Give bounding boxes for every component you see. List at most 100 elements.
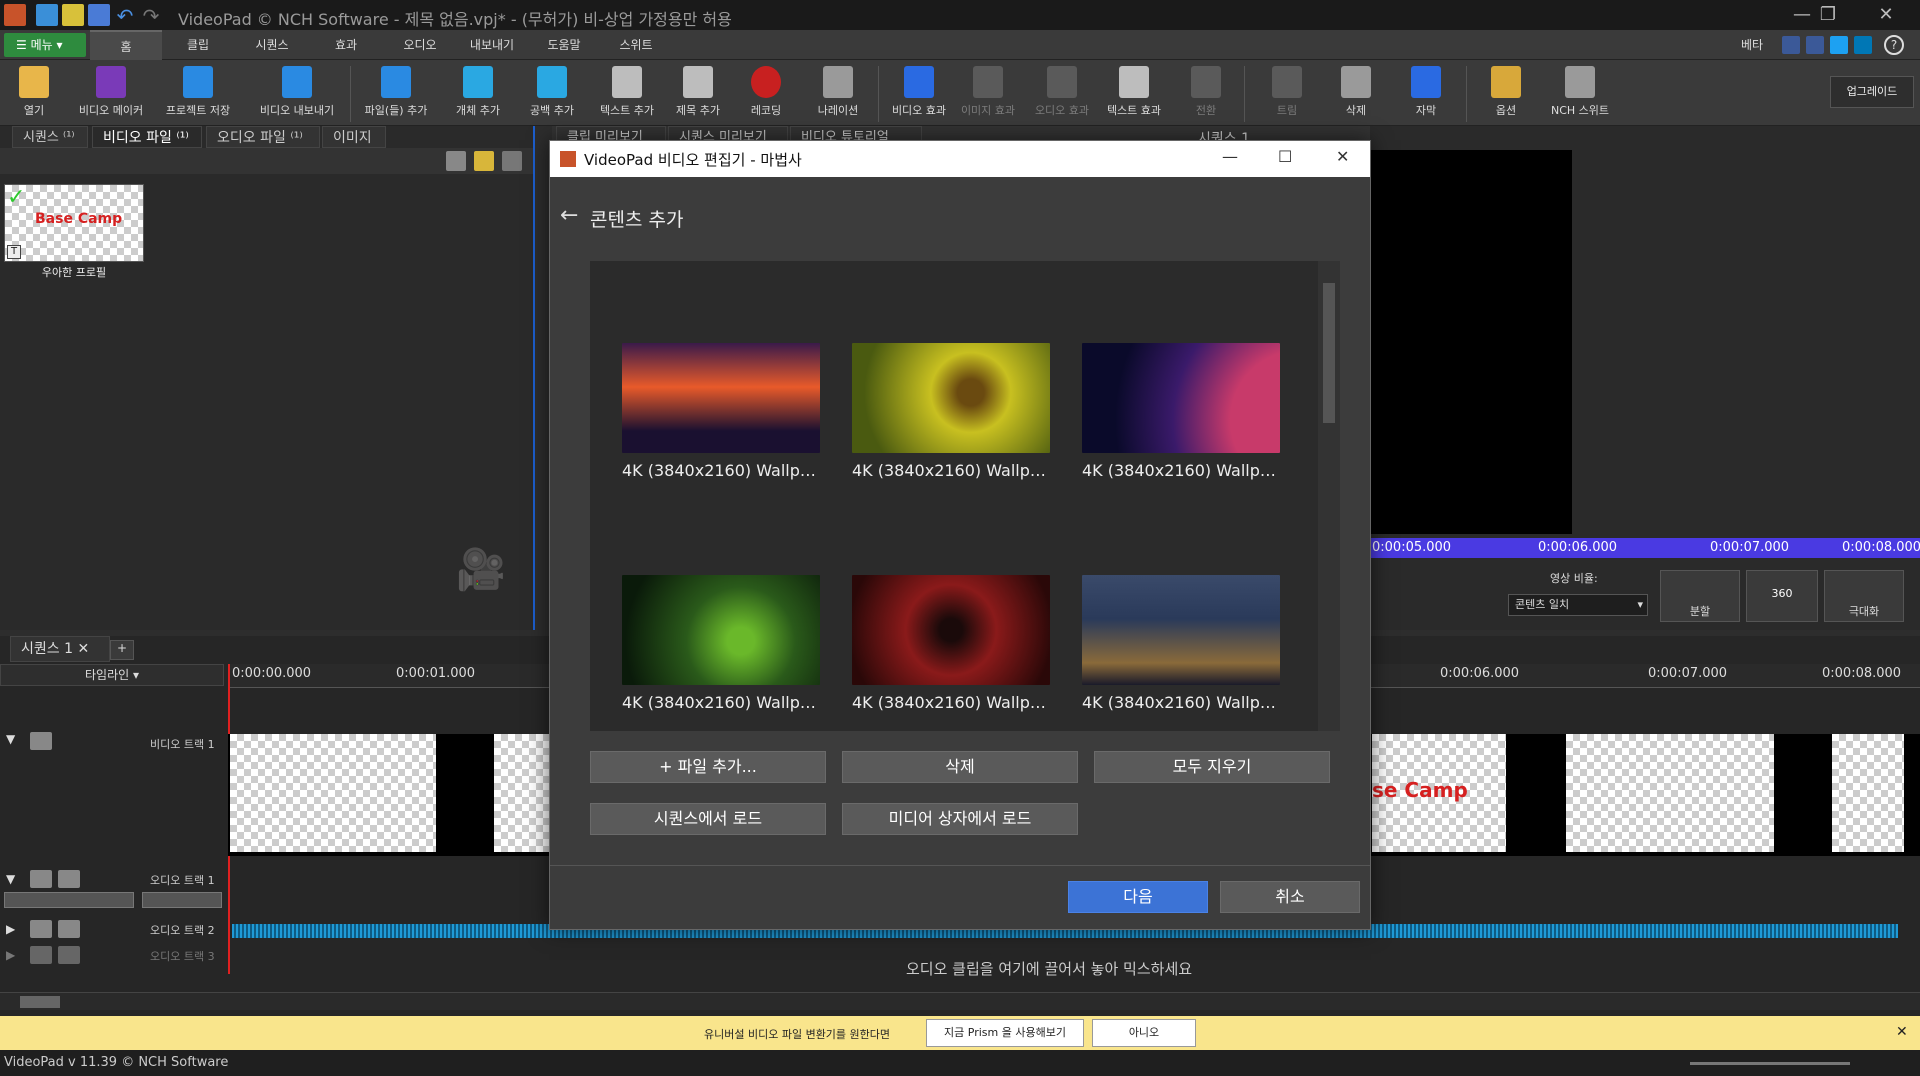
text-effects-button[interactable]: 텍스트 효과 [1102,64,1166,124]
thumbnail-space[interactable] [1082,343,1280,453]
expand-track-icon[interactable]: ▶ [6,948,15,962]
expand-track-icon[interactable]: ▼ [6,872,15,886]
delete-button[interactable]: 삭제 [1326,64,1386,124]
options-button[interactable]: 옵션 [1474,64,1538,124]
restore-button[interactable]: ❐ [1808,2,1848,28]
thumbnail-bee[interactable] [852,343,1050,453]
no-button[interactable]: 아니오 [1092,1019,1196,1047]
close-notice-icon[interactable]: ✕ [1896,1024,1908,1040]
eye-icon[interactable] [30,732,52,750]
add-object-button[interactable]: 개체 추가 [446,64,510,124]
tab-help[interactable]: 도움말 [528,30,600,60]
help-icon[interactable]: ? [1884,35,1904,55]
redo-icon[interactable]: ↷ [140,4,162,28]
audio-effects-button[interactable]: 오디오 효과 [1030,64,1094,124]
delete-content-button[interactable]: 삭제 [842,751,1078,783]
cancel-button[interactable]: 취소 [1220,881,1360,913]
thumbnail-lizard[interactable] [622,575,820,685]
add-sequence-button[interactable]: + [110,640,134,660]
close-button[interactable]: ✕ [1866,2,1906,28]
mixer-icon[interactable] [58,920,80,938]
subtitle-button[interactable]: 자막 [1396,64,1456,124]
expand-track-icon[interactable]: ▼ [6,732,15,746]
upgrade-button[interactable]: 업그레이드 [1830,76,1914,108]
mixer-icon[interactable] [58,946,80,964]
tab-clip[interactable]: 클립 [166,30,230,60]
mixer-icon[interactable] [58,870,80,888]
preview-timebar[interactable]: 0:00:05.000 0:00:06.000 0:00:07.000 0:00… [1370,538,1920,558]
gallery-scroll-thumb[interactable] [1323,283,1335,423]
back-arrow-icon[interactable]: ← [560,203,578,228]
360-button[interactable]: 360 [1746,570,1818,622]
save-project-button[interactable]: 프로젝트 저장 [156,64,240,124]
tab-audio[interactable]: 오디오 [384,30,456,60]
split-button[interactable]: 분할 [1660,570,1740,622]
transition-button[interactable]: 전환 [1176,64,1236,124]
add-blank-button[interactable]: 공백 추가 [520,64,584,124]
open-project-icon[interactable] [62,4,84,26]
clear-all-button[interactable]: 모두 지우기 [1094,751,1330,783]
add-files-button[interactable]: 파일(들) 추가 [356,64,436,124]
video-effects-button[interactable]: 비디오 효과 [884,64,954,124]
narration-button[interactable]: 나레이션 [806,64,870,124]
tab-effects[interactable]: 효과 [314,30,378,60]
add-text-button[interactable]: 텍스트 추가 [592,64,662,124]
load-from-media-bin-button[interactable]: 미디어 상자에서 로드 [842,803,1078,835]
new-project-icon[interactable] [36,4,58,26]
horizontal-scrollbar[interactable] [0,992,1920,1010]
twitter-icon[interactable] [1830,36,1848,54]
speaker-icon[interactable] [30,870,52,888]
speaker-icon[interactable] [30,920,52,938]
add-title-button[interactable]: 제목 추가 [666,64,730,124]
tab-home[interactable]: 홈 [90,30,162,60]
speaker-icon[interactable] [30,946,52,964]
facebook-icon[interactable] [1806,36,1824,54]
next-button[interactable]: 다음 [1068,881,1208,913]
video-maker-button[interactable]: 비디오 메이커 [72,64,150,124]
save-quick-icon[interactable] [88,4,110,26]
tab-sequences[interactable]: 시퀀스 ⁽¹⁾ [12,126,88,148]
menu-button[interactable]: ☰ 메뉴 ▾ [4,33,86,57]
thumbnail-spider[interactable] [852,575,1050,685]
nch-suite-button[interactable]: NCH 스위트 [1542,64,1618,124]
ratio-select[interactable]: 콘텐츠 일치 ▾ [1508,594,1648,616]
media-clip-thumbnail[interactable]: Base Camp ✓ T [4,184,144,262]
tab-video-files[interactable]: 비디오 파일 ⁽¹⁾ [92,126,202,148]
video-clip[interactable] [230,734,436,852]
image-effects-button[interactable]: 이미지 효과 [956,64,1020,124]
expand-track-icon[interactable]: ▶ [6,922,15,936]
dialog-minimize-button[interactable]: — [1222,147,1238,166]
video-clip[interactable]: se Camp [1372,734,1506,852]
thumbnail-sunset[interactable] [622,343,820,453]
volume-slider[interactable] [4,892,134,908]
open-button[interactable]: 열기 [4,64,64,124]
load-from-sequence-button[interactable]: 시퀀스에서 로드 [590,803,826,835]
export-video-button[interactable]: 비디오 내보내기 [252,64,342,124]
dialog-maximize-button[interactable]: ☐ [1278,147,1292,166]
gallery-scrollbar[interactable] [1318,261,1340,731]
timeline-mode-select[interactable]: 타임라인 ▾ [0,664,224,686]
fullscreen-button[interactable]: 극대화 [1824,570,1904,622]
dialog-close-button[interactable]: ✕ [1336,147,1349,166]
bin-view-list-icon[interactable] [502,151,522,171]
bin-new-folder-icon[interactable] [474,151,494,171]
trim-button[interactable]: 트림 [1252,64,1322,124]
thumbnail-city[interactable] [1082,575,1280,685]
record-button[interactable]: 레코딩 [734,64,798,124]
linkedin-icon[interactable] [1854,36,1872,54]
undo-icon[interactable]: ↶ [114,4,136,28]
video-clip[interactable] [1832,734,1904,852]
tab-images[interactable]: 이미지 [322,126,386,148]
sequence-tab[interactable]: 시퀀스 1 ✕ [10,636,110,662]
like-icon[interactable] [1782,36,1800,54]
master-volume-slider[interactable] [1690,1062,1850,1065]
bin-delete-icon[interactable] [446,151,466,171]
video-clip[interactable] [1566,734,1774,852]
tab-export[interactable]: 내보내기 [456,30,528,60]
pan-slider[interactable] [142,892,222,908]
tab-suite[interactable]: 스위트 [600,30,672,60]
tab-sequence[interactable]: 시퀀스 [238,30,306,60]
try-prism-button[interactable]: 지금 Prism 을 사용해보기 [926,1019,1084,1047]
add-file-button[interactable]: + 파일 추가... [590,751,826,783]
scroll-thumb[interactable] [20,996,60,1008]
